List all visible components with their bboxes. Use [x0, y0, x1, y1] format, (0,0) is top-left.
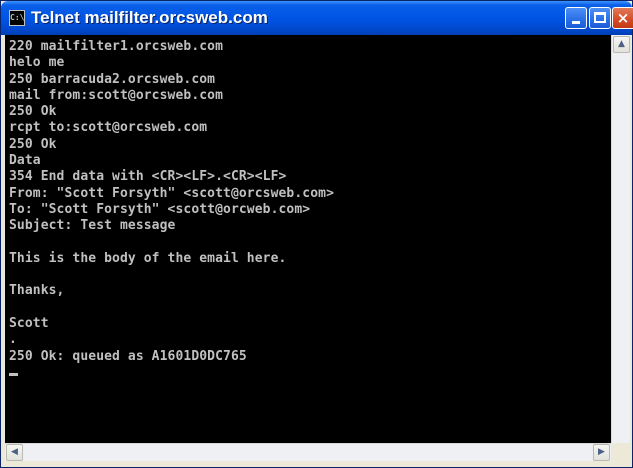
console-line: helo me	[9, 55, 65, 71]
console-line: rcpt to:scott@orcsweb.com	[9, 120, 208, 136]
cursor-icon	[9, 372, 18, 376]
console-line: Subject: Test message	[9, 218, 176, 234]
console-line: Scott	[9, 316, 49, 332]
minimize-icon	[572, 21, 580, 24]
title-bar[interactable]: C:\ Telnet mailfilter.orcsweb.com ×	[1, 1, 633, 35]
console-line: From: "Scott Forsyth" <scott@orcsweb.com…	[9, 185, 334, 201]
close-button[interactable]: ×	[612, 7, 633, 29]
console-line: Thanks,	[9, 283, 65, 299]
console-icon[interactable]: C:\	[9, 10, 25, 26]
console-line: Data	[9, 153, 41, 169]
window-title: Telnet mailfilter.orcsweb.com	[31, 8, 268, 27]
telnet-window: C:\ Telnet mailfilter.orcsweb.com × 220 …	[0, 0, 633, 468]
console-text: 220 mailfilter1.orcsweb.com helo me 250 ba…	[5, 35, 611, 381]
console-line: This is the body of the email here.	[9, 250, 287, 266]
console-output[interactable]: 220 mailfilter1.orcsweb.com helo me 250 ba…	[5, 35, 611, 443]
arrow-right-icon: ▶	[598, 447, 605, 457]
console-line: 250 Ok: queued as A1601D0DC765	[9, 348, 247, 364]
console-line: 250 Ok	[9, 136, 57, 152]
close-icon: ×	[616, 9, 630, 27]
console-line: To: "Scott Forsyth" <scott@orcweb.com>	[9, 201, 311, 217]
maximize-button[interactable]	[589, 7, 611, 29]
console-line: 354 End data with <CR><LF>.<CR><LF>	[9, 169, 287, 185]
console-line	[9, 365, 611, 381]
arrow-left-icon: ◀	[11, 447, 18, 457]
vertical-scrollbar[interactable]: ▲ ▼	[611, 35, 630, 461]
console-line: mail from:scott@orcsweb.com	[9, 87, 224, 103]
arrow-up-icon: ▲	[618, 39, 625, 49]
scroll-left-button[interactable]: ◀	[6, 444, 23, 461]
console-line: .	[9, 332, 17, 348]
horizontal-scrollbar[interactable]: ◀ ▶	[5, 443, 611, 461]
window-corner	[611, 443, 630, 461]
console-line: 220 mailfilter1.orcsweb.com	[9, 39, 224, 54]
scroll-right-button[interactable]: ▶	[593, 444, 610, 461]
scroll-up-button[interactable]: ▲	[613, 36, 630, 53]
minimize-button[interactable]	[565, 7, 587, 29]
console-line: 250 barracuda2.orcsweb.com	[9, 71, 216, 87]
console-line: 250 Ok	[9, 104, 57, 120]
maximize-icon	[594, 12, 606, 23]
